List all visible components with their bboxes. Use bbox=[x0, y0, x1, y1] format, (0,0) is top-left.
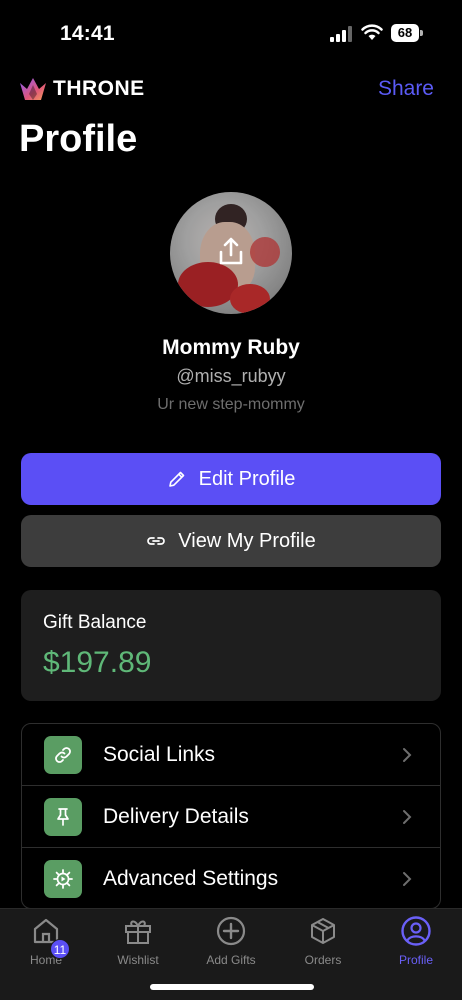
battery-level: 68 bbox=[391, 24, 419, 42]
notification-badge: 11 bbox=[50, 939, 70, 959]
share-button[interactable]: Share bbox=[378, 77, 434, 101]
settings-row-label: Delivery Details bbox=[103, 804, 249, 828]
throne-logo-icon bbox=[20, 78, 46, 100]
signal-icon bbox=[330, 26, 354, 42]
app-header: THRONE Share bbox=[0, 74, 462, 106]
link-icon bbox=[147, 537, 166, 545]
gift-balance-amount: $197.89 bbox=[43, 646, 152, 679]
gear-icon bbox=[44, 860, 82, 898]
chevron-right-icon bbox=[403, 872, 412, 886]
link-icon bbox=[44, 735, 82, 774]
view-profile-button[interactable]: View My Profile bbox=[21, 515, 441, 567]
settings-row-social-links[interactable]: Social Links bbox=[22, 724, 440, 786]
plus-circle-icon bbox=[216, 916, 246, 946]
tab-add-gifts[interactable]: Add Gifts bbox=[185, 915, 277, 975]
chevron-right-icon bbox=[403, 747, 412, 762]
view-profile-label: View My Profile bbox=[178, 529, 316, 552]
chevron-right-icon bbox=[403, 809, 412, 824]
brand-name: THRONE bbox=[53, 77, 145, 100]
brand: THRONE bbox=[19, 76, 145, 102]
tab-wishlist[interactable]: Wishlist bbox=[92, 915, 184, 975]
tab-label: Add Gifts bbox=[206, 953, 256, 967]
gift-icon bbox=[125, 920, 151, 944]
settings-list: Social Links Delivery Details Advanced S… bbox=[21, 723, 441, 909]
wifi-icon bbox=[361, 24, 383, 40]
gift-balance-label: Gift Balance bbox=[43, 612, 147, 633]
pin-icon bbox=[44, 797, 82, 836]
status-time: 14:41 bbox=[60, 22, 115, 45]
pencil-icon bbox=[168, 471, 184, 487]
tab-home[interactable]: 11 Home bbox=[0, 915, 92, 975]
page-title: Profile bbox=[19, 118, 138, 160]
battery-icon: 68 bbox=[391, 24, 423, 42]
tab-label: Wishlist bbox=[117, 953, 159, 967]
settings-row-delivery-details[interactable]: Delivery Details bbox=[22, 786, 440, 848]
tab-orders[interactable]: Orders bbox=[277, 915, 369, 975]
settings-row-label: Advanced Settings bbox=[103, 867, 279, 890]
status-bar: 14:41 68 bbox=[0, 0, 462, 66]
edit-profile-label: Edit Profile bbox=[198, 467, 296, 490]
box-icon bbox=[311, 918, 335, 944]
user-icon bbox=[401, 916, 431, 946]
profile-name: Mommy Ruby bbox=[162, 336, 300, 359]
profile-bio: Ur new step-mommy bbox=[157, 396, 305, 413]
gift-balance-card: Gift Balance $197.89 bbox=[21, 590, 441, 701]
profile-handle: @miss_rubyy bbox=[176, 366, 286, 386]
avatar-upload[interactable] bbox=[170, 192, 292, 314]
settings-row-label: Social Links bbox=[103, 742, 216, 766]
edit-profile-button[interactable]: Edit Profile bbox=[21, 453, 441, 505]
tab-label: Profile bbox=[398, 953, 433, 967]
tab-label: Orders bbox=[304, 953, 342, 967]
home-indicator bbox=[150, 984, 314, 990]
upload-icon bbox=[219, 237, 243, 265]
tab-profile[interactable]: Profile bbox=[370, 915, 462, 975]
settings-row-advanced-settings[interactable]: Advanced Settings bbox=[22, 848, 440, 908]
